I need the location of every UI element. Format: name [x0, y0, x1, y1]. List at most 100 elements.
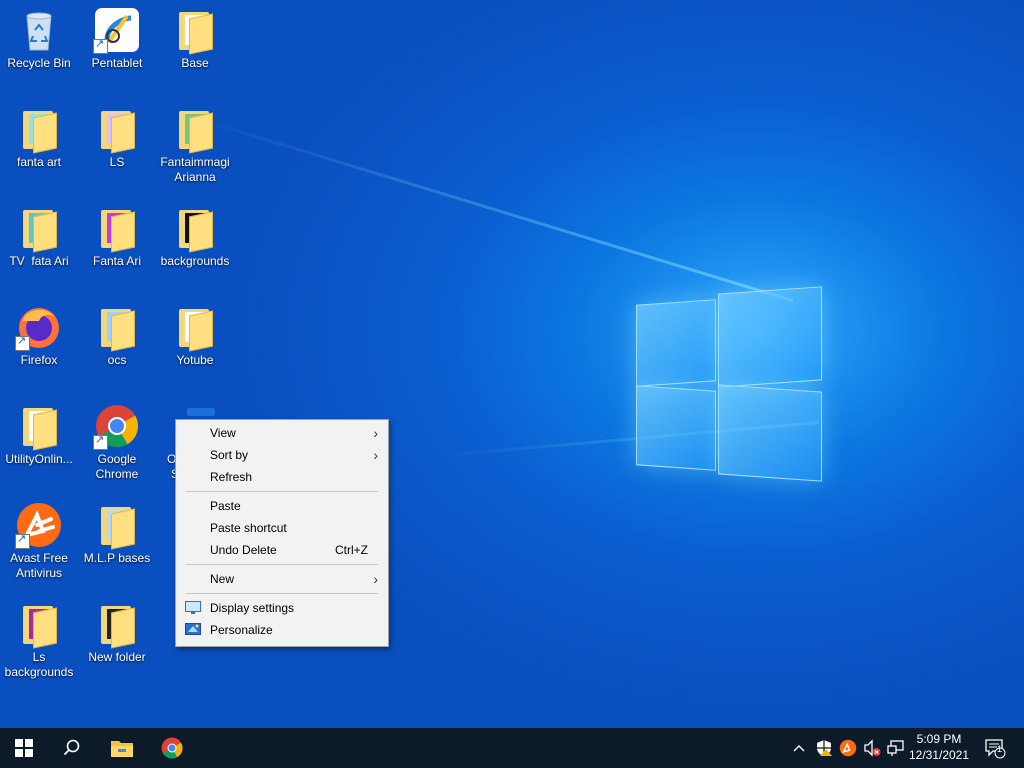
icon-label: backgrounds — [4, 665, 74, 679]
icon-label: ocs — [107, 353, 127, 367]
pentablet-icon — [93, 6, 141, 54]
taskbar-clock[interactable]: 5:09 PM 12/31/2021 — [900, 731, 978, 763]
icon-label: Yotube — [176, 353, 214, 367]
firefox-icon — [15, 303, 63, 351]
icon-label: Recycle Bin — [7, 56, 71, 70]
taskbar: 5:09 PM 12/31/2021 1 — [0, 728, 1024, 768]
desktop-icon-ls[interactable]: LS — [79, 105, 155, 170]
icon-label: Fantaimmagi — [160, 155, 230, 169]
menu-item-sort-by[interactable]: Sort by › — [176, 444, 388, 466]
desktop-icon-ls-backgrounds[interactable]: Ls backgrounds — [1, 600, 77, 680]
desktop-context-menu: View › Sort by › Refresh Paste Paste sho… — [175, 419, 389, 647]
desktop-icon-fanta-art[interactable]: fanta art — [1, 105, 77, 170]
menu-item-label: Undo Delete — [210, 543, 277, 557]
clock-time: 5:09 PM — [916, 732, 962, 746]
menu-item-new[interactable]: New › — [176, 568, 388, 590]
desktop-icon-base[interactable]: Base — [157, 6, 233, 71]
chrome-icon — [161, 737, 183, 759]
recycle-bin-icon — [15, 6, 63, 54]
menu-item-personalize[interactable]: Personalize — [176, 619, 388, 641]
icon-label: backgrounds — [160, 254, 230, 268]
menu-item-paste-shortcut[interactable]: Paste shortcut — [176, 517, 388, 539]
menu-item-view[interactable]: View › — [176, 422, 388, 444]
menu-item-paste[interactable]: Paste — [176, 495, 388, 517]
icon-label: New folder — [88, 650, 146, 664]
folder-icon — [15, 600, 63, 649]
light-beam — [199, 118, 794, 303]
avast-icon — [839, 739, 857, 757]
desktop-icon-new-folder[interactable]: New folder — [79, 600, 155, 665]
menu-item-label: New — [210, 572, 235, 586]
desktop-icon-firefox[interactable]: Firefox — [1, 303, 77, 368]
icon-label: Avast Free — [10, 551, 68, 565]
icon-label: M.L.P bases — [83, 551, 151, 565]
icon-label: Chrome — [95, 467, 139, 481]
personalize-icon — [185, 623, 201, 635]
desktop-icon-pentablet[interactable]: Pentablet — [79, 6, 155, 71]
taskbar-file-explorer[interactable] — [98, 728, 146, 768]
icon-label: Pentablet — [91, 56, 143, 70]
desktop-icon-fanta-ari[interactable]: Fanta Ari — [79, 204, 155, 269]
keyboard-shortcut: Ctrl+Z — [335, 543, 368, 557]
menu-item-label: Paste shortcut — [210, 521, 287, 535]
folder-icon — [93, 303, 141, 352]
display-settings-icon — [185, 601, 201, 614]
desktop[interactable]: Recycle Bin Pentablet Base fanta art LS … — [0, 0, 1024, 728]
taskbar-chrome[interactable] — [148, 728, 196, 768]
desktop-icon-tv-fata-ari[interactable]: TV fata Ari — [1, 204, 77, 269]
menu-item-label: View — [210, 426, 236, 440]
show-hidden-icons-button[interactable] — [788, 728, 810, 768]
menu-item-label: Display settings — [210, 601, 295, 615]
menu-item-label: Personalize — [210, 623, 273, 637]
desktop-icon-google-chrome[interactable]: Google Chrome — [79, 402, 155, 482]
action-center-button[interactable]: 1 — [980, 728, 1010, 768]
folder-icon — [15, 402, 63, 451]
tray-security[interactable] — [812, 728, 836, 768]
folder-icon — [93, 600, 141, 649]
folder-icon — [171, 105, 219, 154]
chrome-icon — [93, 402, 141, 450]
desktop-icon-avast[interactable]: Avast Free Antivirus — [1, 501, 77, 581]
desktop-icon-recycle-bin[interactable]: Recycle Bin — [1, 6, 77, 71]
chevron-right-icon: › — [373, 571, 378, 587]
avast-icon — [15, 501, 63, 549]
windows-logo-wallpaper — [636, 286, 822, 482]
shortcut-arrow-icon — [93, 433, 108, 450]
file-explorer-icon — [111, 741, 133, 757]
start-button[interactable] — [0, 728, 48, 768]
menu-item-display-settings[interactable]: Display settings — [176, 597, 388, 619]
folder-icon — [171, 303, 219, 352]
shortcut-arrow-icon — [15, 334, 30, 351]
icon-label: TV fata Ari — [9, 254, 69, 268]
search-button[interactable] — [48, 728, 96, 768]
desktop-icon-yotube[interactable]: Yotube — [157, 303, 233, 368]
desktop-icon-backgrounds[interactable]: backgrounds — [157, 204, 233, 269]
security-warning-icon — [817, 740, 832, 756]
tray-avast[interactable] — [836, 728, 860, 768]
icon-label: Base — [181, 56, 209, 70]
icon-label: Firefox — [20, 353, 58, 367]
icon-label: Ls — [32, 650, 46, 664]
tray-volume[interactable] — [860, 728, 884, 768]
shortcut-arrow-icon — [15, 532, 30, 549]
icon-label: Antivirus — [15, 566, 62, 580]
menu-item-refresh[interactable]: Refresh — [176, 466, 388, 488]
desktop-icon-fantaimmagi-arianna[interactable]: Fantaimmagi Arianna — [157, 105, 233, 185]
chevron-right-icon: › — [373, 447, 378, 463]
menu-separator — [186, 491, 378, 492]
folder-icon — [93, 105, 141, 154]
search-icon — [63, 739, 80, 756]
menu-item-label: Sort by — [210, 448, 249, 462]
desktop-icon-utility-online[interactable]: UtilityOnlin... — [1, 402, 77, 467]
icon-label: Fanta Ari — [92, 254, 142, 268]
chevron-right-icon: › — [373, 425, 378, 441]
desktop-icon-ocs[interactable]: ocs — [79, 303, 155, 368]
icon-label: Arianna — [174, 170, 216, 184]
desktop-icon-mlp-bases[interactable]: M.L.P bases — [79, 501, 155, 566]
menu-item-label: Paste — [210, 499, 241, 513]
icon-label: Google — [97, 452, 137, 466]
icon-label: fanta art — [16, 155, 62, 169]
notification-icon — [985, 739, 1006, 759]
menu-item-undo-delete[interactable]: Undo Delete Ctrl+Z — [176, 539, 388, 561]
windows-start-icon — [15, 739, 33, 757]
